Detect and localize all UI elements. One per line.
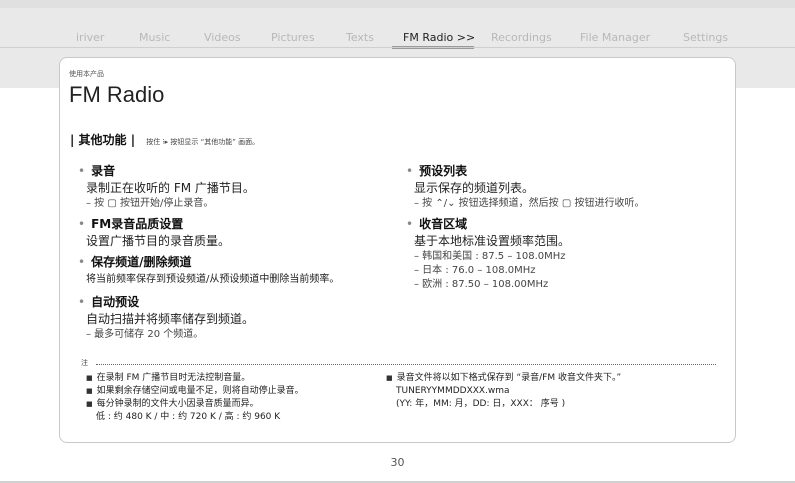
- feature-heading: FM录音品质设置: [91, 217, 184, 231]
- notes-label: 注: [81, 359, 88, 367]
- section-hint: 按住 ⁝▸ 按钮显示 “其他功能” 画面。: [146, 138, 260, 146]
- notes-right: ■ 录音文件将以如下格式保存到 “录音/FM 收音文件夹下。” TUNERYYMM…: [386, 372, 621, 411]
- feature-save-delete-channel: • 保存频道/删除频道 将当前频率保存到预设频道/从预设频道中删除当前频率。: [78, 254, 339, 288]
- nav-item-iriver[interactable]: iriver: [76, 31, 104, 44]
- page-number: 30: [390, 456, 405, 469]
- feature-desc: 自动扫描并将频率储存到频道。: [86, 312, 255, 326]
- square-bullet-icon: ■: [86, 400, 93, 408]
- note-item: ■ 如果剩余存储空间或电量不足，则将自动停止录音。: [86, 386, 304, 396]
- square-bullet-icon: ■: [86, 374, 93, 382]
- feature-desc: 设置广播节目的录音质量。: [86, 234, 231, 248]
- square-bullet-icon: ■: [386, 374, 393, 382]
- feature-desc: 显示保存的频道列表。: [414, 181, 535, 195]
- region-japan: – 日本 : 76.0 – 108.0MHz: [414, 265, 536, 276]
- region-europe: – 欧洲 : 87.50 – 108.00MHz: [414, 279, 549, 290]
- feature-fm-quality: • FM录音品质设置 设置广播节目的录音质量。: [78, 216, 230, 250]
- note-item: ■ 录音文件将以如下格式保存到 “录音/FM 收音文件夹下。”: [386, 373, 622, 383]
- feature-preset-list: • 预设列表 显示保存的频道列表。 – 按 ⌃/⌄ 按钮选择频道，然后按 ▢ 按钮…: [406, 163, 644, 211]
- region-korea-usa: – 韩国和美国 : 87.5 – 108.0MHz: [414, 251, 566, 262]
- nav-item-videos[interactable]: Videos: [204, 31, 241, 44]
- feature-desc: 将当前频率保存到预设频道/从预设频道中删除当前频率。: [86, 274, 340, 285]
- nav-item-texts[interactable]: Texts: [346, 31, 374, 44]
- bullet-icon: •: [78, 255, 86, 269]
- note-filename: TUNERYYMMDDXXX.wma: [396, 386, 510, 396]
- notes-divider: [96, 364, 716, 365]
- content-card: 使用本产品 FM Radio | 其他功能 | 按住 ⁝▸ 按钮显示 “其他功能…: [59, 57, 736, 443]
- feature-heading: 自动预设: [91, 295, 140, 309]
- breadcrumb: 使用本产品: [69, 70, 104, 78]
- note-subline: 低 : 约 480 K / 中 : 约 720 K / 高 : 约 960 K: [96, 412, 281, 422]
- top-band-strip: [0, 0, 795, 8]
- feature-note: – 最多可储存 20 个频道。: [86, 329, 204, 340]
- nav-item-pictures[interactable]: Pictures: [271, 31, 315, 44]
- feature-heading: 录音: [91, 164, 116, 178]
- section-title: | 其他功能 |: [70, 133, 136, 147]
- nav-item-music[interactable]: Music: [139, 31, 170, 44]
- top-navigation: iriver Music Videos Pictures Texts FM Ra…: [0, 26, 795, 49]
- bullet-icon: •: [406, 164, 414, 178]
- feature-radio-region: • 收音区域 基于本地标准设置频率范围。 – 韩国和美国 : 87.5 – 108…: [406, 216, 570, 292]
- feature-desc: 基于本地标准设置频率范围。: [414, 234, 571, 248]
- note-item: ■ 每分钟录制的文件大小因录音质量而异。: [86, 399, 259, 409]
- bullet-icon: •: [78, 217, 86, 231]
- feature-desc: 录制正在收听的 FM 广播节目。: [86, 181, 255, 195]
- feature-record: • 录音 录制正在收听的 FM 广播节目。 – 按 ▢ 按钮开始/停止录音。: [78, 163, 255, 211]
- page-title: FM Radio: [69, 82, 165, 107]
- nav-item-fm-radio[interactable]: FM Radio >>: [403, 31, 475, 44]
- feature-note: – 按 ⌃/⌄ 按钮选择频道，然后按 ▢ 按钮进行收听。: [414, 198, 645, 209]
- nav-item-file-manager[interactable]: File Manager: [580, 31, 650, 44]
- nav-item-settings[interactable]: Settings: [683, 31, 728, 44]
- feature-auto-preset: • 自动预设 自动扫描并将频率储存到频道。 – 最多可储存 20 个频道。: [78, 294, 254, 342]
- feature-heading: 保存频道/删除频道: [91, 255, 192, 269]
- note-item: ■ 在录制 FM 广播节目时无法控制音量。: [86, 373, 251, 383]
- nav-divider: [0, 47, 795, 48]
- note-format-legend: (YY: 年，MM: 月，DD: 日，XXX： 序号 ): [396, 399, 566, 409]
- feature-heading: 收音区域: [419, 217, 468, 231]
- bullet-icon: •: [78, 295, 86, 309]
- section-header: | 其他功能 | 按住 ⁝▸ 按钮显示 “其他功能” 画面。: [70, 129, 259, 148]
- bullet-icon: •: [406, 217, 414, 231]
- bullet-icon: •: [78, 164, 86, 178]
- feature-heading: 预设列表: [419, 164, 468, 178]
- square-bullet-icon: ■: [86, 387, 93, 395]
- notes-left: ■ 在录制 FM 广播节目时无法控制音量。 ■ 如果剩余存储空间或电量不足，则将自动…: [86, 372, 304, 424]
- feature-note: – 按 ▢ 按钮开始/停止录音。: [86, 198, 214, 209]
- nav-item-recordings[interactable]: Recordings: [491, 31, 552, 44]
